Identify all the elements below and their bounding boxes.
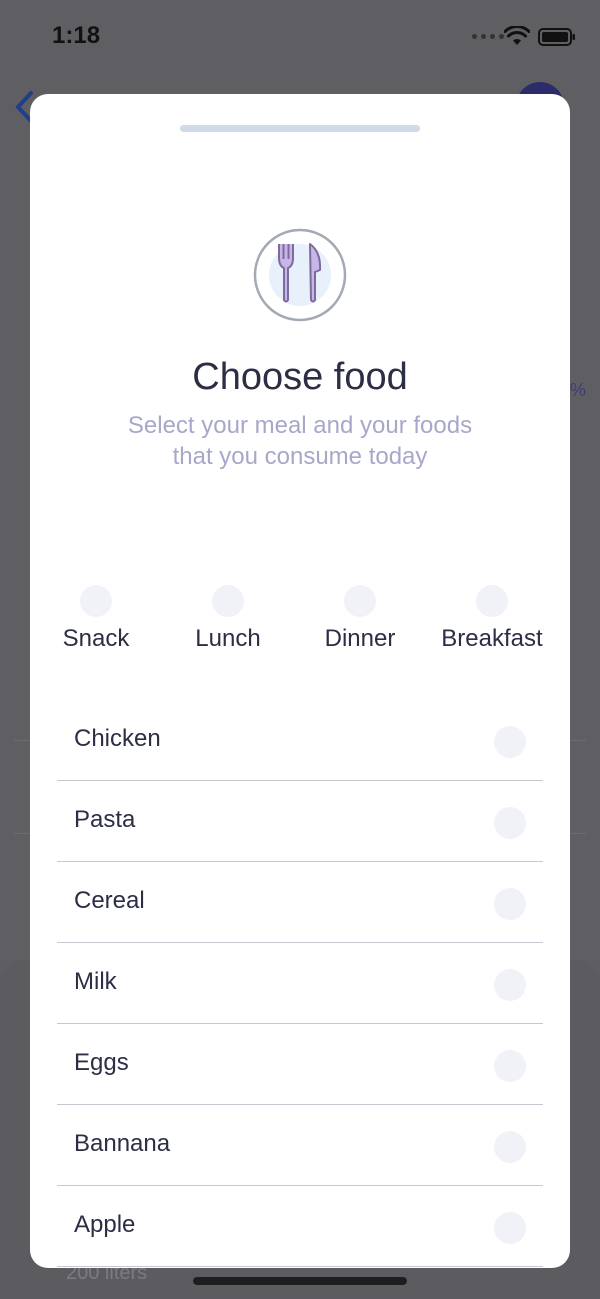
food-name: Eggs xyxy=(74,1049,129,1076)
food-row-apple[interactable]: Apple xyxy=(57,1186,543,1267)
cellular-signal-icon xyxy=(472,34,504,39)
meal-radio[interactable] xyxy=(212,585,244,617)
food-checkbox[interactable] xyxy=(494,1131,526,1163)
meal-option-dinner[interactable]: Dinner xyxy=(294,582,426,662)
food-checkbox[interactable] xyxy=(494,807,526,839)
meal-label: Snack xyxy=(62,625,130,652)
food-name: Pasta xyxy=(74,806,136,833)
food-row-milk[interactable]: Milk xyxy=(57,943,543,1024)
meal-radio[interactable] xyxy=(476,585,508,617)
meal-option-breakfast[interactable]: Breakfast xyxy=(426,582,558,662)
home-indicator xyxy=(193,1277,407,1285)
food-checkbox[interactable] xyxy=(494,1212,526,1244)
food-name: Cereal xyxy=(74,887,145,914)
battery-icon xyxy=(538,28,575,46)
food-name: Chicken xyxy=(74,725,161,752)
food-row-chicken[interactable]: Chicken xyxy=(57,700,543,781)
food-row-cereal[interactable]: Cereal xyxy=(57,862,543,943)
food-checkbox[interactable] xyxy=(494,888,526,920)
food-row-eggs[interactable]: Eggs xyxy=(57,1024,543,1105)
subtitle-line: Select your meal and your foods xyxy=(127,412,473,439)
status-bar: 1:18 xyxy=(0,0,600,72)
meal-option-snack[interactable]: Snack xyxy=(30,582,162,662)
food-checkbox[interactable] xyxy=(494,1050,526,1082)
fork-knife-icon xyxy=(253,228,347,322)
meal-radio[interactable] xyxy=(344,585,376,617)
meal-radio[interactable] xyxy=(80,585,112,617)
food-name: Apple xyxy=(74,1211,136,1238)
modal-title: Choose food xyxy=(192,356,408,398)
meal-label: Breakfast xyxy=(441,625,543,652)
meal-label: Lunch xyxy=(195,625,261,652)
wifi-icon xyxy=(504,26,530,45)
sheet-grabber[interactable] xyxy=(180,125,420,132)
meal-option-lunch[interactable]: Lunch xyxy=(162,582,294,662)
background-percent-text: % xyxy=(570,380,587,400)
food-name: Milk xyxy=(74,968,117,995)
status-time: 1:18 xyxy=(52,22,101,49)
subtitle-line: that you consume today xyxy=(172,443,428,470)
food-checkbox[interactable] xyxy=(494,969,526,1001)
modal-subtitle: Select your meal and your foods that you… xyxy=(90,410,510,472)
food-name: Bannana xyxy=(74,1130,171,1157)
food-checkbox[interactable] xyxy=(494,726,526,758)
food-row-bannana[interactable]: Bannana xyxy=(57,1105,543,1186)
choose-food-modal: Choose food Select your meal and your fo… xyxy=(30,94,570,1268)
food-row-pasta[interactable]: Pasta xyxy=(57,781,543,862)
food-list: Chicken Pasta Cereal Milk Eggs Bannana A… xyxy=(57,700,543,1267)
meal-label: Dinner xyxy=(324,625,396,652)
